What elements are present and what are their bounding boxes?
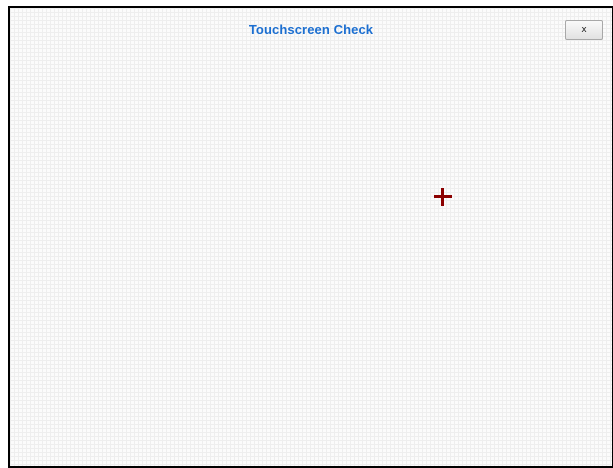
touchscreen-check-window[interactable]: Touchscreen Check x: [8, 6, 613, 468]
crosshair-plus-icon[interactable]: [434, 188, 452, 206]
crosshair-vertical-bar: [441, 188, 444, 206]
window-title: Touchscreen Check: [248, 22, 374, 37]
close-button-label: x: [581, 25, 587, 35]
close-button[interactable]: x: [565, 20, 603, 40]
